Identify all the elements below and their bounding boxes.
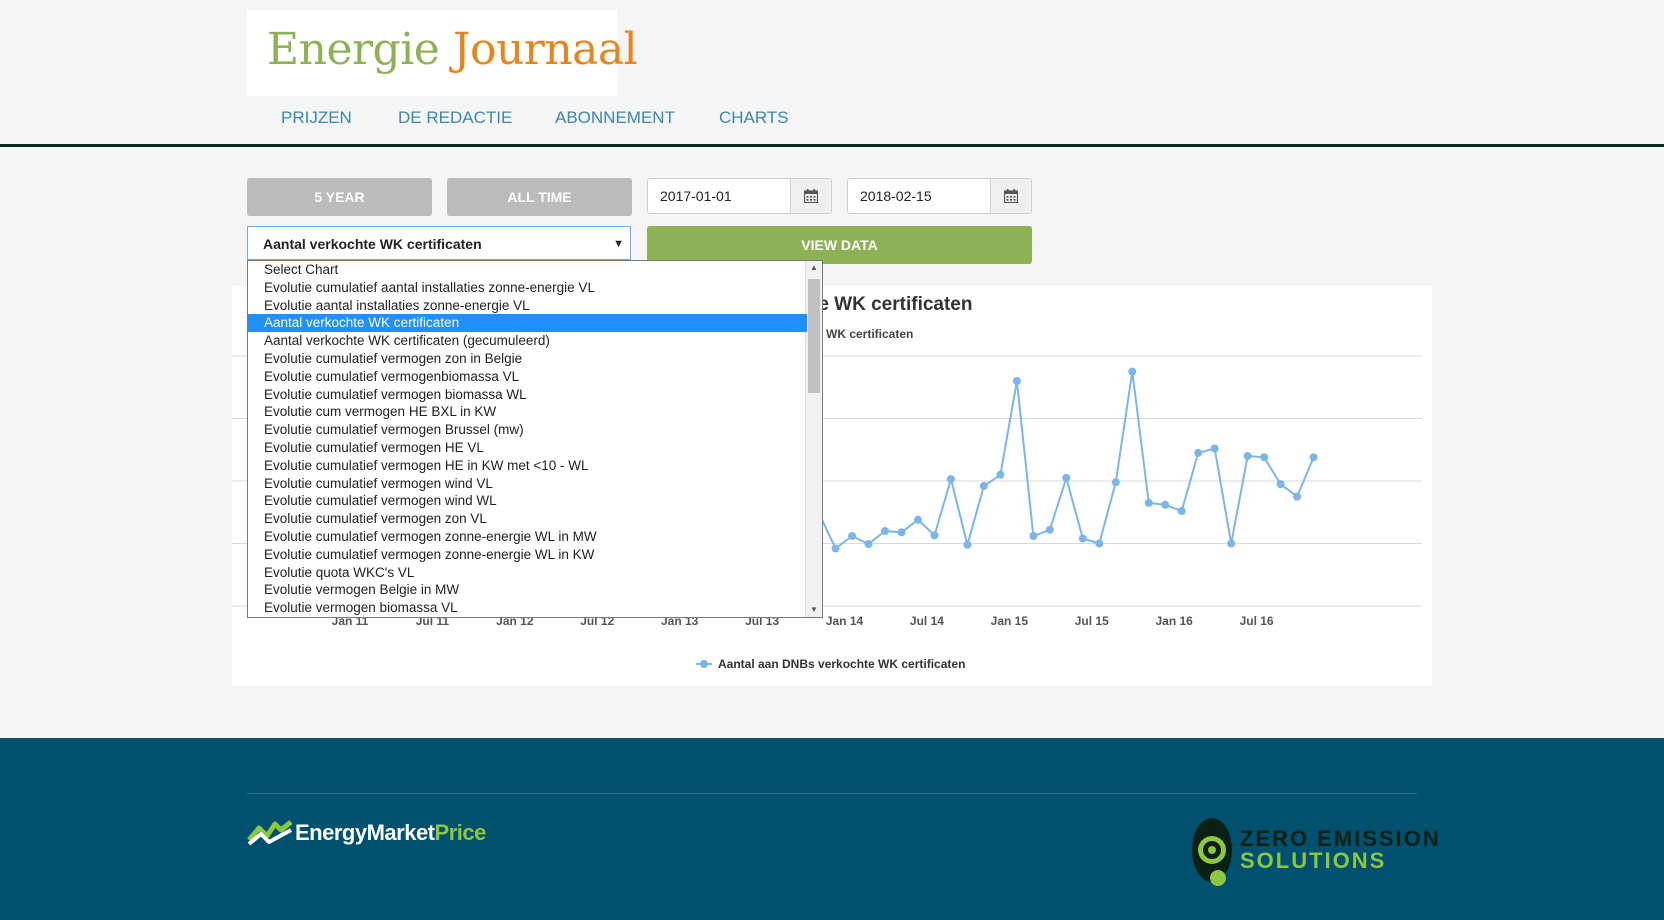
emp-logo-icon [247, 820, 293, 846]
data-point [897, 528, 906, 537]
zes-logo-icon [1192, 818, 1232, 886]
scroll-down-icon[interactable]: ▼ [806, 603, 822, 617]
data-point [1260, 453, 1269, 462]
dropdown-option[interactable]: Evolutie cum vermogen HE BXL in KW [248, 403, 807, 421]
footer: EnergyMarketPrice ZERO EMISSION SOLUTION… [0, 738, 1664, 920]
data-point [864, 540, 873, 549]
legend-label: Aantal aan DNBs verkochte WK certificate… [718, 657, 965, 671]
five-year-button[interactable]: 5 YEAR [247, 178, 432, 216]
logo-word-journaal: Journaal [452, 24, 638, 75]
data-point [1210, 444, 1219, 453]
x-tick-label: Jan 14 [826, 614, 864, 628]
zes-line-2: SOLUTIONS [1240, 848, 1387, 873]
scroll-up-icon[interactable]: ▲ [806, 261, 822, 275]
data-point [913, 515, 922, 524]
dropdown-option[interactable]: Aantal verkochte WK certificaten (gecumu… [248, 332, 807, 350]
dropdown-option[interactable]: Select Chart [248, 261, 807, 279]
data-point [1045, 525, 1054, 534]
scrollbar-thumb[interactable] [808, 279, 820, 393]
nav-prijzen[interactable]: PRIJZEN [281, 108, 352, 128]
zero-emission-solutions-logo[interactable]: ZERO EMISSION SOLUTIONS [1190, 816, 1439, 891]
chart-select[interactable]: Aantal verkochte WK certificaten ▼ [247, 226, 631, 260]
nav-abonnement[interactable]: ABONNEMENT [555, 108, 675, 128]
data-point [1111, 478, 1120, 487]
calendar-icon[interactable] [790, 179, 831, 213]
dropdown-option[interactable]: Evolutie cumulatief vermogen wind VL [248, 475, 807, 493]
dropdown-scrollbar[interactable]: ▲ ▼ [805, 261, 822, 617]
dropdown-option[interactable]: Evolutie aantal installaties zonne-energ… [248, 297, 807, 315]
data-point [930, 531, 939, 540]
dropdown-option[interactable]: Evolutie cumulatief aantal installaties … [248, 279, 807, 297]
emp-text-1: EnergyMarket [295, 820, 435, 845]
date-from-field[interactable]: 2017-01-01 [647, 178, 832, 214]
dropdown-option[interactable]: Evolutie cumulatief vermogen HE in KW me… [248, 457, 807, 475]
data-point [1309, 453, 1318, 462]
dropdown-option[interactable]: Evolutie cumulatief vermogen zonne-energ… [248, 528, 807, 546]
date-to-value[interactable]: 2018-02-15 [860, 179, 932, 213]
data-point [1012, 377, 1021, 385]
data-point [1144, 498, 1153, 507]
dropdown-option[interactable]: Evolutie cumulatief vermogenbiomassa VL [248, 368, 807, 386]
date-to-field[interactable]: 2018-02-15 [847, 178, 1032, 214]
x-tick-label: Jul 16 [1240, 614, 1274, 628]
legend-marker [700, 660, 708, 668]
dropdown-option[interactable]: Evolutie cumulatief vermogen HE VL [248, 439, 807, 457]
chevron-down-icon[interactable]: ▼ [613, 227, 624, 261]
all-time-button[interactable]: ALL TIME [447, 178, 632, 216]
site-logo[interactable]: Energie Journaal [247, 10, 638, 96]
date-from-value[interactable]: 2017-01-01 [660, 179, 732, 213]
zes-line-1: ZERO EMISSION [1240, 826, 1441, 851]
data-point [1128, 367, 1137, 376]
dropdown-option[interactable]: Evolutie cumulatief vermogen zon in Belg… [248, 350, 807, 368]
data-point [946, 475, 955, 484]
data-point [848, 532, 857, 540]
dropdown-option[interactable]: Evolutie cumulatief vermogen wind WL [248, 492, 807, 510]
data-point [963, 540, 972, 549]
footer-divider [247, 793, 1417, 794]
x-tick-label: Jul 14 [910, 614, 944, 628]
data-point [1062, 473, 1071, 482]
x-tick-label: Jan 16 [1155, 614, 1193, 628]
logo-word-energie: Energie [267, 24, 440, 75]
data-point [881, 527, 890, 535]
nav-de-redactie[interactable]: DE REDACTIE [398, 108, 512, 128]
dropdown-option[interactable]: Evolutie cumulatief vermogen biomassa WL [248, 386, 807, 404]
zes-logo-text: ZERO EMISSION SOLUTIONS [1240, 828, 1441, 872]
data-point [1029, 532, 1038, 540]
dropdown-option[interactable]: Evolutie vermogen biomassa VL [248, 599, 807, 617]
view-data-button[interactable]: VIEW DATA [647, 226, 1032, 264]
data-point [1276, 480, 1285, 489]
data-point [1243, 452, 1252, 460]
x-tick-label: Jul 15 [1075, 614, 1109, 628]
data-point [979, 482, 988, 490]
header-divider [0, 144, 1664, 147]
data-point [1194, 448, 1203, 457]
emp-text-2: Price [434, 820, 487, 845]
dropdown-option[interactable]: Evolutie quota WKC's VL [248, 564, 807, 582]
dropdown-option[interactable]: Evolutie vermogen Belgie in MW [248, 581, 807, 599]
dropdown-option[interactable]: Evolutie cumulatief vermogen Brussel (mw… [248, 421, 807, 439]
dropdown-option[interactable]: Aantal verkochte WK certificaten [248, 314, 807, 333]
data-point [1161, 500, 1170, 509]
data-point [1227, 539, 1236, 548]
logo-text: Energie Journaal [267, 24, 638, 75]
energymarketprice-logo[interactable]: EnergyMarketPrice [247, 818, 486, 853]
data-point [831, 544, 840, 553]
dropdown-option[interactable]: Evolutie cumulatief vermogen zonne-energ… [248, 546, 807, 564]
x-tick-label: Jan 15 [991, 614, 1029, 628]
nav-charts[interactable]: CHARTS [719, 108, 789, 128]
emp-logo-text: EnergyMarketPrice [295, 820, 486, 846]
data-point [996, 470, 1005, 479]
chart-select-dropdown[interactable]: ▲ ▼ Select Chart Evolutie cumulatief aant… [247, 260, 823, 618]
chart-select-value: Aantal verkochte WK certificaten [263, 236, 482, 252]
calendar-icon[interactable] [990, 179, 1031, 213]
dropdown-option[interactable]: Evolutie cumulatief vermogen zon VL [248, 510, 807, 528]
data-point [1177, 507, 1186, 515]
data-point [1293, 492, 1302, 501]
data-point [1095, 539, 1104, 548]
data-point [1078, 534, 1087, 543]
